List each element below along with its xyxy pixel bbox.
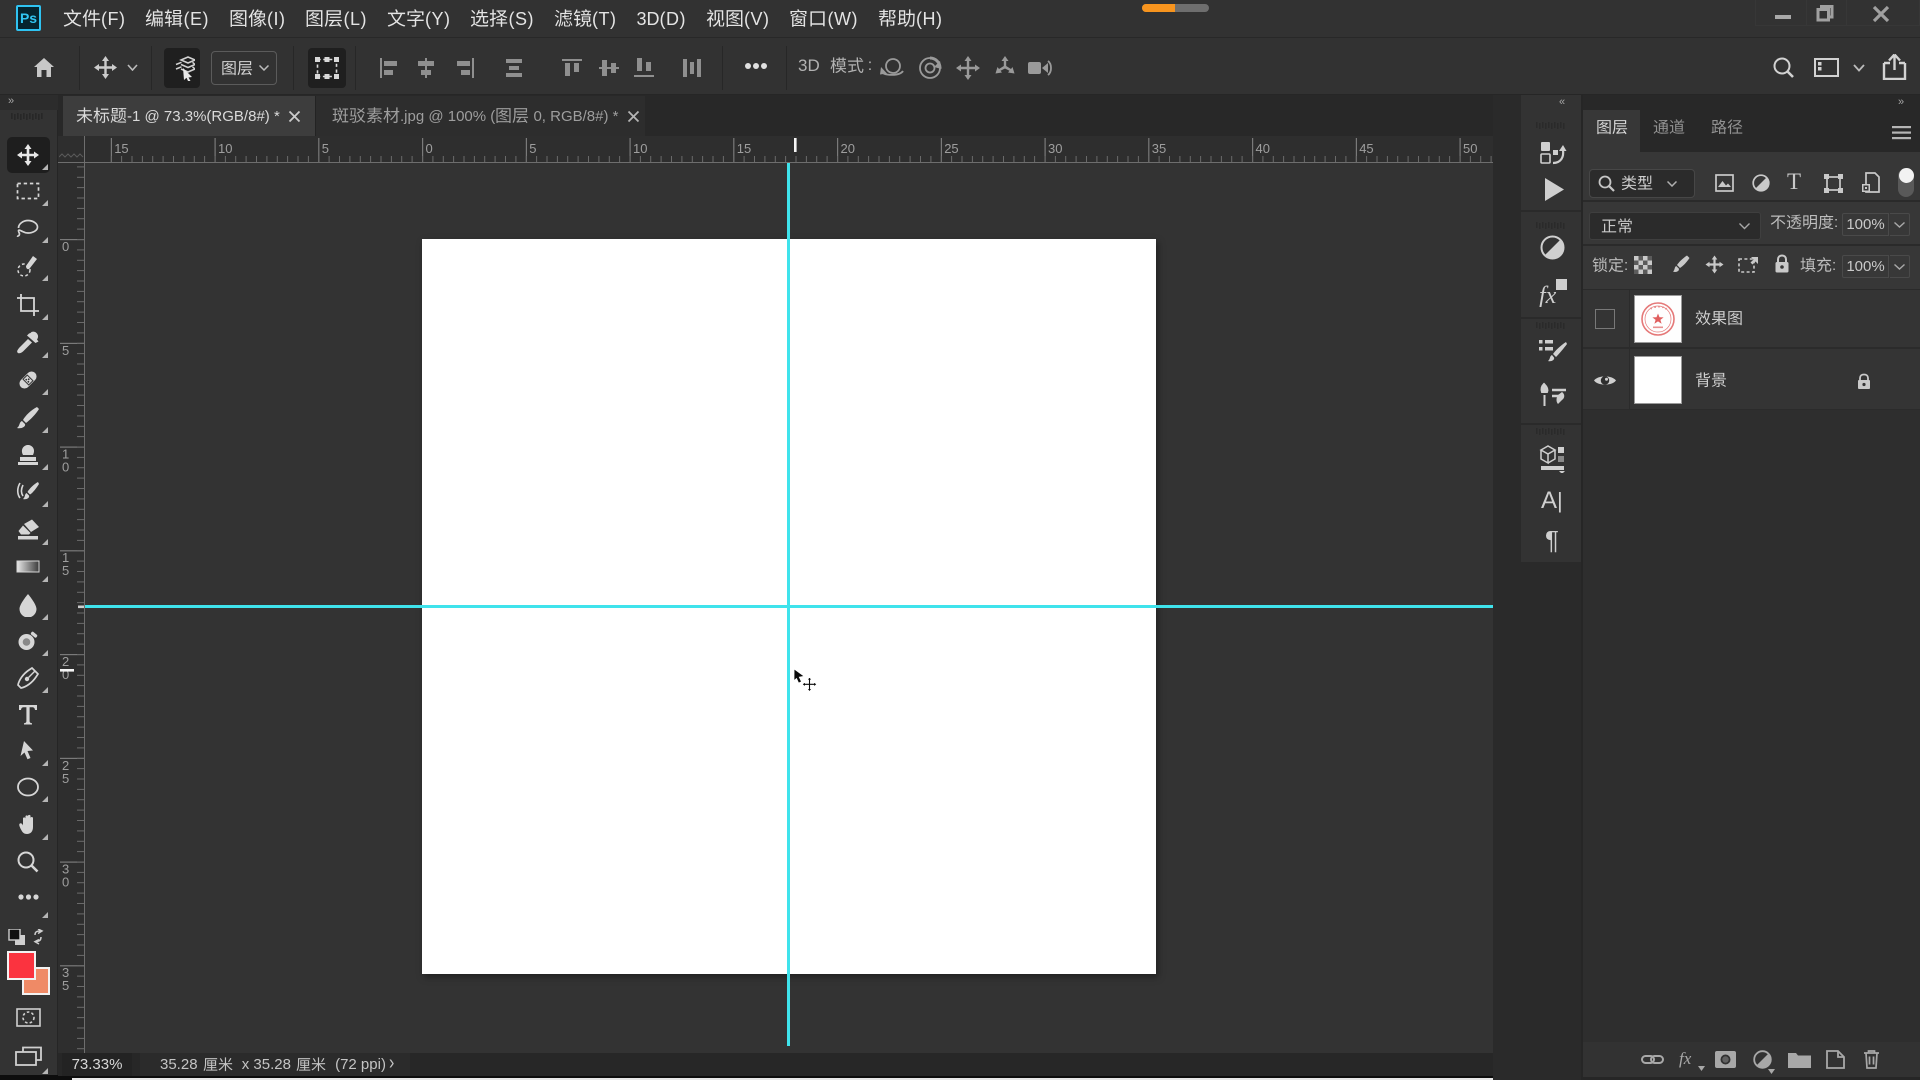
svg-text:25: 25 <box>944 141 958 156</box>
svg-text:5: 5 <box>322 141 329 156</box>
svg-text:0: 0 <box>426 141 433 156</box>
svg-text:5: 5 <box>529 141 536 156</box>
svg-text:30: 30 <box>1048 141 1062 156</box>
svg-text:0: 0 <box>62 239 69 254</box>
svg-text:40: 40 <box>1256 141 1270 156</box>
svg-text:10: 10 <box>218 141 232 156</box>
svg-text:5: 5 <box>62 771 69 786</box>
svg-text:15: 15 <box>737 141 751 156</box>
svg-text:20: 20 <box>841 141 855 156</box>
svg-text:15: 15 <box>114 141 128 156</box>
svg-text:5: 5 <box>62 343 69 358</box>
svg-text:10: 10 <box>633 141 647 156</box>
svg-text:5: 5 <box>62 563 69 578</box>
svg-text:5: 5 <box>62 978 69 993</box>
svg-text:0: 0 <box>62 460 69 475</box>
svg-text:35: 35 <box>1152 141 1166 156</box>
svg-text:fx: fx <box>1539 283 1557 307</box>
svg-text:50: 50 <box>1463 141 1477 156</box>
svg-text:0: 0 <box>62 875 69 890</box>
svg-text:45: 45 <box>1359 141 1373 156</box>
